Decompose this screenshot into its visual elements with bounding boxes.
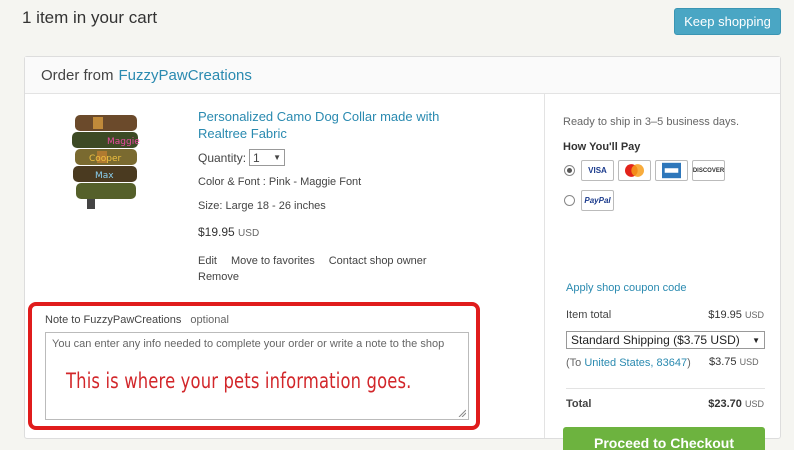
quantity-label: Quantity: (198, 150, 247, 165)
visa-icon: VISA (581, 160, 614, 181)
note-label-row: Note to FuzzyPawCreations optional (45, 314, 229, 326)
shipping-cost-value: $3.75 (709, 356, 737, 368)
note-textarea[interactable]: You can enter any info needed to complet… (45, 332, 469, 420)
thumb-name-1: Maggie (107, 137, 140, 147)
chevron-down-icon: ▼ (752, 335, 760, 345)
item-total-label: Item total (566, 309, 612, 321)
ship-to-suffix: ) (687, 357, 691, 369)
mastercard-icon (618, 160, 651, 181)
quantity-select[interactable]: 1 ▼ (249, 149, 286, 166)
ship-to-text: (To United States, 83647) (566, 356, 691, 370)
total-row: Total $23.70 USD (566, 398, 764, 410)
thumb-name-3: Max (95, 171, 114, 181)
remove-link[interactable]: Remove (198, 271, 239, 283)
item-size: Size: Large 18 - 26 inches (198, 200, 326, 212)
cart-title: 1 item in your cart (22, 8, 158, 27)
total-value: $23.70 USD (708, 398, 764, 410)
item-total-currency: USD (744, 310, 764, 320)
order-header: Order from FuzzyPawCreations (25, 57, 780, 94)
product-thumbnail[interactable]: Maggie Cooper Max (67, 111, 149, 213)
total-amount: $23.70 (708, 398, 742, 410)
shipping-select[interactable]: Standard Shipping ($3.75 USD) ▼ (566, 331, 765, 349)
order-panel: Order from FuzzyPawCreations Maggie Coop… (24, 56, 781, 450)
note-annotation: This is where your pets information goes… (66, 369, 412, 393)
item-price-value: $19.95 (198, 225, 235, 239)
discover-icon: DISCOVER (692, 160, 725, 181)
item-total-amount: $19.95 (708, 309, 742, 321)
total-currency: USD (744, 399, 764, 409)
quantity-row: Quantity: 1 ▼ (198, 149, 286, 166)
summary-section: Ready to ship in 3–5 business days. How … (546, 94, 780, 450)
chevron-down-icon: ▼ (273, 153, 282, 162)
resize-handle-icon[interactable] (458, 409, 466, 417)
shipping-option: Standard Shipping ($3.75 USD) (571, 333, 740, 347)
note-highlight-box: Note to FuzzyPawCreations optional You c… (28, 302, 480, 430)
item-color-font: Color & Font : Pink - Maggie Font (198, 176, 362, 188)
card-payment-radio[interactable] (564, 165, 575, 176)
paypal-icon: PayPal (581, 190, 614, 211)
note-label: Note to FuzzyPawCreations (45, 314, 182, 326)
shipping-cost: $3.75 USD (709, 356, 759, 368)
move-to-favorites-link[interactable]: Move to favorites (231, 255, 315, 267)
total-label: Total (566, 398, 592, 410)
ship-to-location-link[interactable]: United States, 83647 (584, 357, 687, 369)
collar-stack-image: Maggie Cooper Max (72, 115, 140, 209)
thumb-name-2: Cooper (89, 154, 122, 164)
shop-name-link[interactable]: FuzzyPawCreations (119, 67, 252, 84)
quantity-value: 1 (253, 150, 260, 165)
summary-divider (566, 388, 765, 389)
item-section: Maggie Cooper Max Personalized Camo Dog … (25, 94, 545, 438)
contact-shop-owner-link[interactable]: Contact shop owner (329, 255, 427, 267)
item-total-value: $19.95 USD (708, 309, 764, 321)
item-title-link[interactable]: Personalized Camo Dog Collar made with R… (198, 108, 488, 142)
ship-to-prefix: (To (566, 357, 582, 369)
note-placeholder: You can enter any info needed to complet… (52, 338, 445, 350)
ready-to-ship: Ready to ship in 3–5 business days. (563, 116, 740, 128)
paypal-radio[interactable] (564, 195, 575, 206)
edit-link[interactable]: Edit (198, 255, 217, 267)
amex-icon (655, 160, 688, 181)
item-total-row: Item total $19.95 USD (566, 309, 764, 321)
item-actions: Edit Move to favorites Contact shop owne… (198, 255, 427, 267)
proceed-to-checkout-button[interactable]: Proceed to Checkout (563, 427, 765, 450)
order-prefix: Order from (41, 66, 114, 84)
shipping-cost-currency: USD (739, 357, 759, 367)
apply-coupon-link[interactable]: Apply shop coupon code (566, 282, 686, 294)
item-price: $19.95 USD (198, 225, 259, 239)
keep-shopping-button[interactable]: Keep shopping (674, 8, 781, 35)
note-optional: optional (190, 314, 229, 326)
item-price-currency: USD (238, 228, 260, 239)
how-you-pay-heading: How You'll Pay (563, 141, 641, 153)
